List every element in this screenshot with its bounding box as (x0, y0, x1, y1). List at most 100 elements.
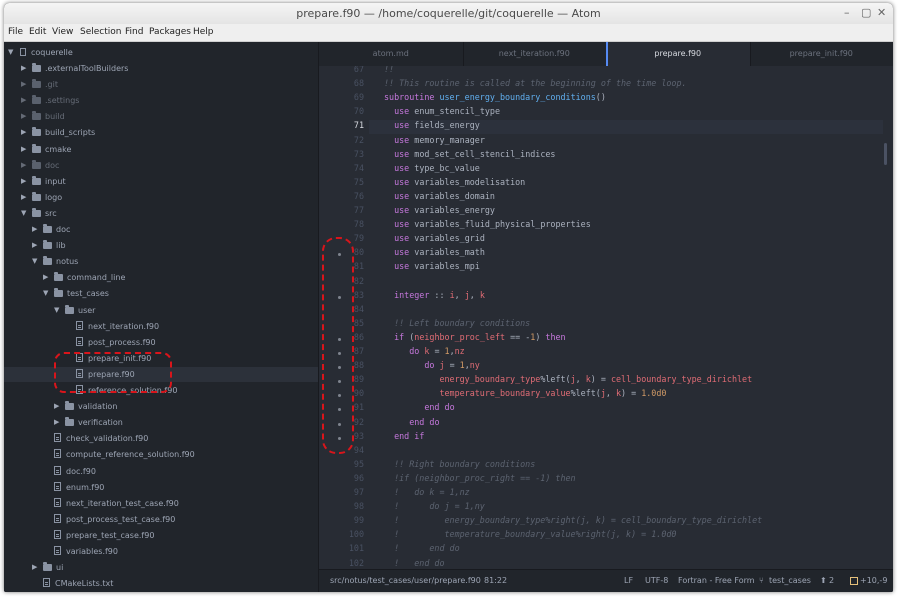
window-title: prepare.f90 — /home/coquerelle/git/coque… (296, 7, 601, 20)
annotation-highlight-files (54, 352, 172, 393)
line-number: 70 (353, 106, 364, 117)
tree-item-label: user (78, 305, 96, 315)
code-line: use fields_energy (394, 120, 480, 131)
line-number: 102 (348, 557, 364, 567)
line-number: 96 (353, 472, 364, 483)
maximize-icon[interactable]: ▢ (861, 6, 871, 19)
code-line: use variables_modelisation (394, 176, 526, 187)
chevron-right-icon: ▶ (21, 64, 27, 72)
annotation-highlight-gutter (322, 237, 354, 454)
folder-icon (43, 562, 52, 572)
code-line: temperature_boundary_value%left(j, k) = … (439, 388, 667, 399)
menu-view[interactable]: View (52, 27, 73, 37)
status-encoding[interactable]: UTF-8 (645, 576, 668, 585)
chevron-right-icon: ▶ (21, 112, 27, 121)
folder-icon (32, 63, 41, 72)
code-line: if (neighbor_proc_left == -1) then (394, 331, 566, 342)
tree-item-label: variables.f90 (66, 547, 118, 556)
folder-open-icon (54, 288, 63, 298)
code-line: use enum_stencil_type (394, 106, 500, 117)
status-line-ending[interactable]: LF (624, 576, 633, 585)
tree-item-label: command_line (67, 273, 126, 283)
chevron-down-icon: ▼ (32, 257, 38, 266)
title-bar: prepare.f90 — /home/coquerelle/git/coque… (4, 3, 893, 25)
code-line: ! energy_boundary_type%right(j, k) = cel… (384, 515, 763, 526)
tree-item-label: src (45, 208, 57, 218)
status-bar: src/notus/test_cases/user/prepare.f90 81… (319, 569, 893, 592)
code-area[interactable]: 67!! 68 !! This routine is called at the b… (319, 66, 893, 566)
chevron-down-icon: ▼ (8, 48, 14, 56)
status-diff-stat[interactable]: +10,-9 (860, 576, 887, 585)
chevron-down-icon: ▼ (43, 289, 49, 298)
line-number: 71 (353, 120, 364, 131)
tab-atom-md[interactable]: atom.md (319, 42, 464, 66)
chevron-right-icon: ▶ (32, 241, 38, 250)
menu-help[interactable]: Help (193, 27, 214, 37)
line-number: 68 (353, 78, 364, 89)
code-line: integer :: i, j, k (394, 289, 485, 300)
line-number: 69 (353, 92, 364, 103)
menu-packages[interactable]: Packages (149, 27, 191, 37)
chevron-right-icon: ▶ (21, 192, 27, 201)
status-grammar[interactable]: Fortran - Free Form (678, 576, 755, 585)
file-icon (54, 529, 61, 539)
line-number: 100 (348, 529, 364, 540)
code-line: use variables_domain (394, 190, 495, 201)
status-file-path[interactable]: src/notus/test_cases/user/prepare.f90 (330, 576, 481, 585)
line-number: 67 (353, 66, 364, 74)
tree-item-label: compute_reference_solution.f90 (66, 450, 195, 460)
chevron-down-icon: ▼ (54, 305, 60, 314)
menu-file[interactable]: File (8, 27, 23, 37)
tree-item-label: prepare_test_case.f90 (66, 530, 155, 540)
code-line: !if (neighbor_proc_right == -1) then (384, 472, 576, 483)
file-icon (54, 546, 61, 555)
status-push-count[interactable]: 2 (829, 576, 834, 585)
tree-item-label: .git (45, 80, 58, 90)
line-number: 74 (353, 162, 364, 173)
code-line: end do (424, 402, 455, 413)
tree-item-label: post_process.f90 (88, 337, 156, 347)
minimize-icon[interactable]: – (844, 6, 850, 19)
chevron-right-icon: ▶ (21, 176, 27, 185)
status-branch[interactable]: test_cases (769, 576, 811, 585)
tree-item-label: cmake (45, 144, 72, 154)
file-icon (54, 449, 61, 459)
menu-find[interactable]: Find (125, 27, 143, 37)
line-number: 77 (353, 205, 364, 215)
close-icon[interactable]: ✕ (877, 6, 886, 19)
menu-edit[interactable]: Edit (29, 27, 46, 37)
tree-item-label: next_iteration_test_case.f90 (66, 498, 179, 508)
code-line: ! do j = 1,ny (384, 501, 485, 512)
code-line: energy_boundary_type%left(j, k) = cell_b… (439, 374, 753, 385)
tree-item-label: doc.f90 (66, 466, 96, 476)
chevron-right-icon: ▶ (21, 128, 27, 137)
file-icon (76, 336, 83, 346)
chevron-right-icon: ▶ (54, 402, 60, 411)
tab-prepare-f90[interactable]: prepare.f90 (606, 42, 751, 66)
folder-open-icon (65, 304, 74, 314)
file-icon (76, 320, 83, 330)
tab-prepare-init-f90[interactable]: prepare_init.f90 (750, 42, 894, 66)
folder-icon (65, 417, 74, 427)
code-line: !! Right boundary conditions (384, 458, 536, 469)
diff-icon (850, 577, 858, 585)
tree-item-label: test_cases (67, 289, 109, 299)
code-line: end if (394, 430, 425, 441)
repo-icon (20, 48, 26, 56)
tree-item-label: input (45, 176, 66, 186)
line-number: 97 (353, 487, 364, 497)
file-icon (43, 578, 50, 588)
tab-next-iteration-f90[interactable]: next_iteration.f90 (463, 42, 607, 66)
status-cursor-position[interactable]: 81:22 (484, 576, 507, 585)
scrollbar-thumb[interactable] (884, 143, 887, 165)
line-number: 73 (353, 148, 364, 159)
code-line: !! Left boundary conditions (384, 317, 531, 328)
chevron-right-icon: ▶ (54, 418, 60, 427)
folder-icon (43, 240, 52, 250)
tree-item-label: logo (45, 192, 63, 202)
menu-selection[interactable]: Selection (80, 27, 121, 37)
editor-pane: atom.md next_iteration.f90 prepare.f90 prep… (319, 42, 893, 592)
project-tree: ▼ coquerelle ▶ .externalToolBuilders ▶ .git… (4, 42, 319, 592)
tree-item-label: doc (45, 160, 60, 170)
folder-icon (32, 127, 41, 137)
